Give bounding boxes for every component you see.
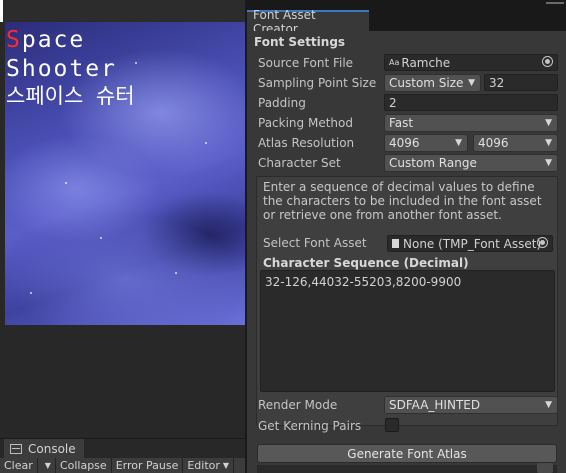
select-font-asset-label: Select Font Asset	[263, 236, 367, 250]
packing-method-dropdown[interactable]: Fast ▼	[384, 114, 558, 132]
custom-range-box: Enter a sequence of decimal values to de…	[256, 176, 558, 426]
game-title-line-1-rest: pace	[21, 27, 86, 53]
packing-method-label: Packing Method	[258, 115, 353, 130]
generate-font-atlas-button[interactable]: Generate Font Atlas	[257, 444, 557, 463]
character-sequence-value: 32-126,44032-55203,8200-9900	[265, 275, 462, 289]
sampling-point-size-value: 32	[489, 75, 505, 90]
kerning-pairs-row: Get Kerning Pairs	[258, 416, 558, 435]
render-mode-label: Render Mode	[258, 397, 338, 412]
collapse-button[interactable]: Collapse	[56, 458, 112, 473]
sampling-mode-value: Custom Size	[389, 76, 464, 90]
editor-label: Editor	[187, 459, 220, 472]
console-tabbar: Console	[0, 438, 245, 459]
star	[65, 182, 67, 184]
console-tab-label: Console	[28, 442, 76, 456]
collapse-label: Collapse	[59, 459, 107, 472]
chevron-down-icon: ▼	[44, 461, 51, 470]
padding-value: 2	[389, 95, 397, 110]
window-menu-icon[interactable]	[544, 0, 566, 10]
help-text: Enter a sequence of decimal values to de…	[263, 180, 542, 222]
generate-font-atlas-label: Generate Font Atlas	[347, 446, 467, 461]
console-toolbar: Clear ▼ Collapse Error Pause Editor ▼	[0, 458, 245, 473]
render-mode-value: SDFAA_HINTED	[389, 398, 481, 412]
star	[205, 142, 207, 144]
character-set-label: Character Set	[258, 155, 341, 170]
packing-method-value: Fast	[389, 116, 414, 130]
atlas-height-dropdown[interactable]: 4096 ▼	[473, 134, 558, 152]
section-title: Font Settings	[254, 35, 346, 49]
star	[30, 292, 32, 294]
tab-font-asset-creator[interactable]: Font Asset Creator	[247, 8, 369, 36]
edge-highlight	[0, 0, 3, 22]
sampling-point-size-label: Sampling Point Size	[258, 75, 377, 90]
chevron-down-icon: ▼	[455, 138, 462, 148]
padding-label: Padding	[258, 95, 306, 110]
clear-button[interactable]: Clear	[0, 458, 38, 473]
font-asset-creator-panel: Font Settings Source Font File Aa Ramche…	[247, 31, 566, 473]
object-picker-icon[interactable]	[542, 56, 553, 67]
atlas-height-value: 4096	[478, 136, 509, 150]
sampling-point-size-input[interactable]: 32	[484, 74, 558, 91]
game-title-first-letter: S	[6, 27, 22, 53]
console-icon	[10, 444, 22, 454]
star	[100, 237, 102, 239]
select-font-asset-field[interactable]: None (TMP_Font Asset)	[387, 235, 553, 252]
kerning-pairs-checkbox[interactable]	[385, 418, 399, 432]
object-picker-icon[interactable]	[537, 237, 548, 248]
chevron-down-icon: ▼	[545, 138, 552, 148]
game-title-line-2: Shooter	[6, 56, 117, 82]
star	[135, 62, 137, 64]
editor-dropdown[interactable]: Editor ▼	[183, 458, 235, 473]
atlas-width-dropdown[interactable]: 4096 ▼	[384, 134, 468, 152]
game-title-line-1: Space	[6, 27, 85, 53]
render-mode-dropdown[interactable]: SDFAA_HINTED ▼	[384, 396, 558, 414]
star	[175, 272, 177, 274]
close-icon[interactable]	[537, 463, 553, 473]
chevron-down-icon: ▼	[468, 78, 475, 88]
padding-input[interactable]: 2	[384, 94, 558, 111]
character-set-dropdown[interactable]: Custom Range ▼	[384, 154, 558, 172]
tab-console[interactable]: Console	[4, 439, 84, 459]
clear-label: Clear	[4, 459, 33, 472]
font-asset-creator-tabbar: Font Asset Creator	[247, 0, 566, 36]
font-asset-icon: Aa	[389, 58, 400, 67]
error-pause-button[interactable]: Error Pause	[112, 458, 184, 473]
source-font-file-field[interactable]: Aa Ramche	[384, 54, 558, 71]
source-font-file-value: Ramche	[401, 55, 451, 70]
sampling-mode-dropdown[interactable]: Custom Size ▼	[384, 74, 481, 92]
atlas-width-value: 4096	[389, 136, 420, 150]
game-view[interactable]: Space Shooter 스페이스 슈터	[5, 22, 245, 325]
character-sequence-label: Character Sequence (Decimal)	[263, 256, 469, 270]
document-icon	[392, 239, 399, 248]
select-font-asset-value: None (TMP_Font Asset)	[403, 236, 542, 251]
kerning-pairs-label: Get Kerning Pairs	[258, 418, 362, 433]
game-title-korean: 스페이스 슈터	[6, 84, 135, 108]
chevron-down-icon: ▼	[222, 461, 230, 470]
source-font-file-label: Source Font File	[258, 55, 354, 70]
bottom-toolbar	[257, 463, 557, 473]
character-set-value: Custom Range	[389, 156, 477, 170]
scene-top-strip	[0, 0, 245, 22]
error-pause-label: Error Pause	[115, 459, 179, 472]
chevron-down-icon: ▼	[545, 400, 552, 410]
atlas-resolution-label: Atlas Resolution	[258, 135, 355, 150]
clear-options-dropdown[interactable]: ▼	[38, 458, 56, 473]
chevron-down-icon: ▼	[545, 118, 552, 128]
character-sequence-textarea[interactable]: 32-126,44032-55203,8200-9900	[260, 270, 555, 392]
chevron-down-icon: ▼	[545, 158, 552, 168]
